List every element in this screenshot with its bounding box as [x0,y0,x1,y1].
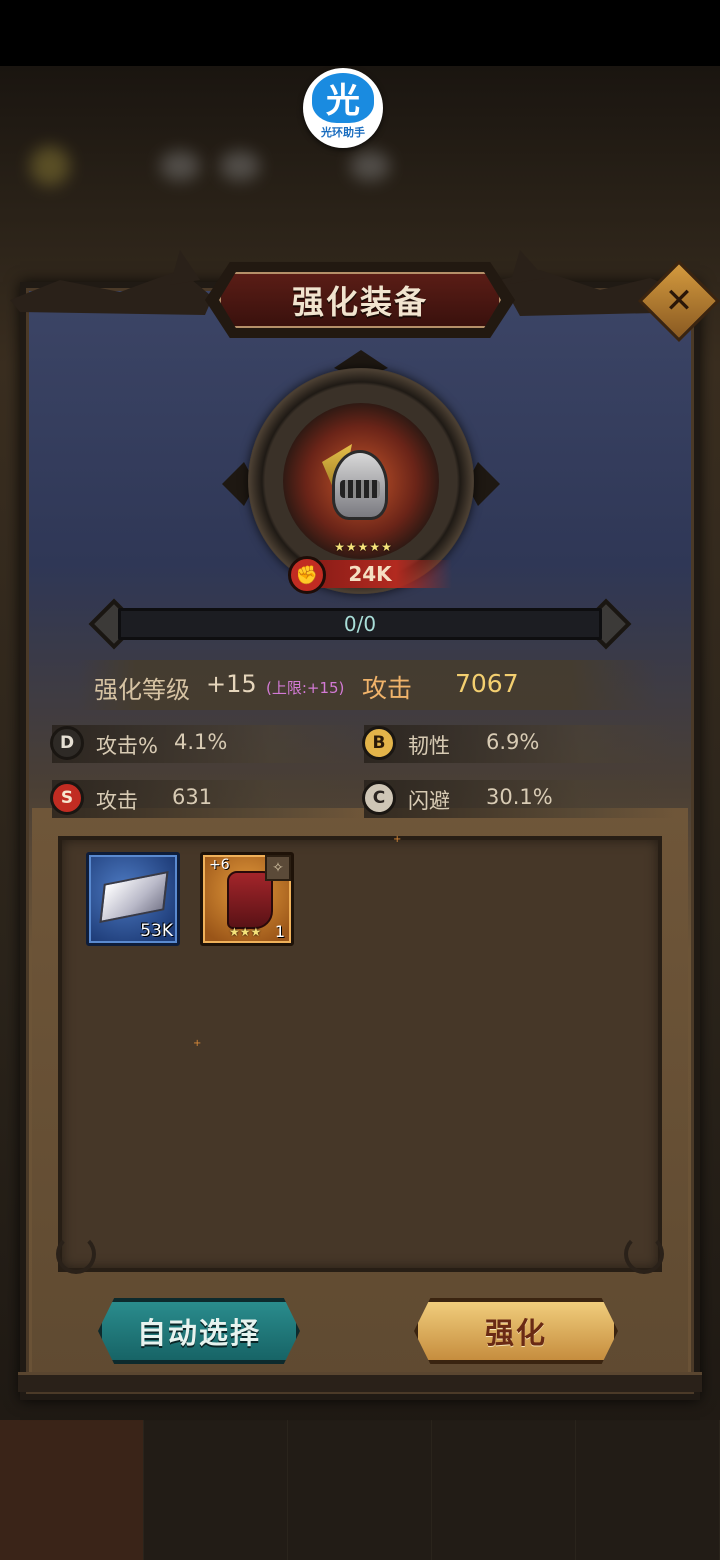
stat-value: 631 [172,785,213,809]
dialog-title: 强化装备 [291,283,428,321]
grade-badge: B [362,726,396,760]
enhance-level-label: 强化等级 [94,676,190,704]
main-attack-label: 攻击 [362,674,413,703]
assistant-label: 光环助手 [321,125,365,139]
corner-ornament [56,1234,96,1274]
ingot-icon [99,870,169,924]
stat-value: 4.1% [174,730,228,754]
title-banner: 强化装备 [205,262,515,338]
enhance-progress-bar: 0/0 [88,598,632,650]
panel-bottom-border [18,1372,702,1392]
enhance-level-row: 强化等级 +15 (上限:+15) 攻击 7067 [78,660,658,710]
star-icon: ★ [369,540,381,554]
main-attack-value: 7067 [455,669,519,698]
fist-icon: ✊ [288,556,326,594]
boot-stars: ★★★ [229,925,262,939]
stat-row: S 攻击 631 [50,780,362,818]
stat-name: 闪避 [408,789,450,813]
star-icon: ★ [345,540,357,554]
game-screen: 光 光环助手 强化装备 ✕ ★ ★ ★ ★ ★ ✊ 24K 0/0 强化等级 +… [0,0,720,1560]
progress-text: 0/0 [343,612,377,636]
sparkle-icon: + [393,834,402,845]
material-slot-ingot[interactable]: 53K [86,852,180,946]
material-count: 53K [140,921,173,941]
close-icon: ✕ [664,281,694,321]
stat-name: 攻击% [96,734,158,758]
auto-select-button[interactable]: 自动选择 [98,1298,300,1364]
equipment-stars: ★ ★ ★ ★ ★ [330,540,396,554]
sparkle-icon: + [193,1038,202,1049]
stat-row: C 闪避 30.1% [362,780,674,818]
progress-track: 0/0 [118,608,602,640]
blurred-bottom-nav [0,1420,720,1560]
enhance-level-cap: (上限:+15) [266,679,345,697]
material-count: 1 [274,922,285,941]
stat-row: B 韧性 6.9% [362,725,674,763]
status-bar-area [0,0,720,66]
enhance-level-value: +15 [206,670,257,698]
boot-level: +6 [209,857,230,873]
star-icon: ★ [381,540,392,554]
grade-badge: C [362,781,396,815]
close-button[interactable]: ✕ [637,259,720,343]
equipment-type-icon: ✧ [265,855,291,881]
assistant-logo-icon: 光 [312,72,374,123]
corner-ornament [624,1234,664,1274]
grade-badge: S [50,781,84,815]
star-icon: ★ [334,540,345,554]
grade-badge: D [50,726,84,760]
material-slot-boot[interactable]: +6 ✧ ★★★ 1 [200,852,294,946]
helmet-icon[interactable] [322,440,398,530]
power-value: 24K [348,562,392,586]
stat-value: 6.9% [486,730,540,754]
assistant-floating-button[interactable]: 光 光环助手 [303,68,383,148]
stat-name: 攻击 [96,789,138,813]
stat-row: D 攻击% 4.1% [50,725,362,763]
stat-name: 韧性 [408,734,450,758]
enhance-button[interactable]: 强化 [414,1298,618,1364]
star-icon: ★ [357,540,369,554]
stat-value: 30.1% [486,785,553,809]
